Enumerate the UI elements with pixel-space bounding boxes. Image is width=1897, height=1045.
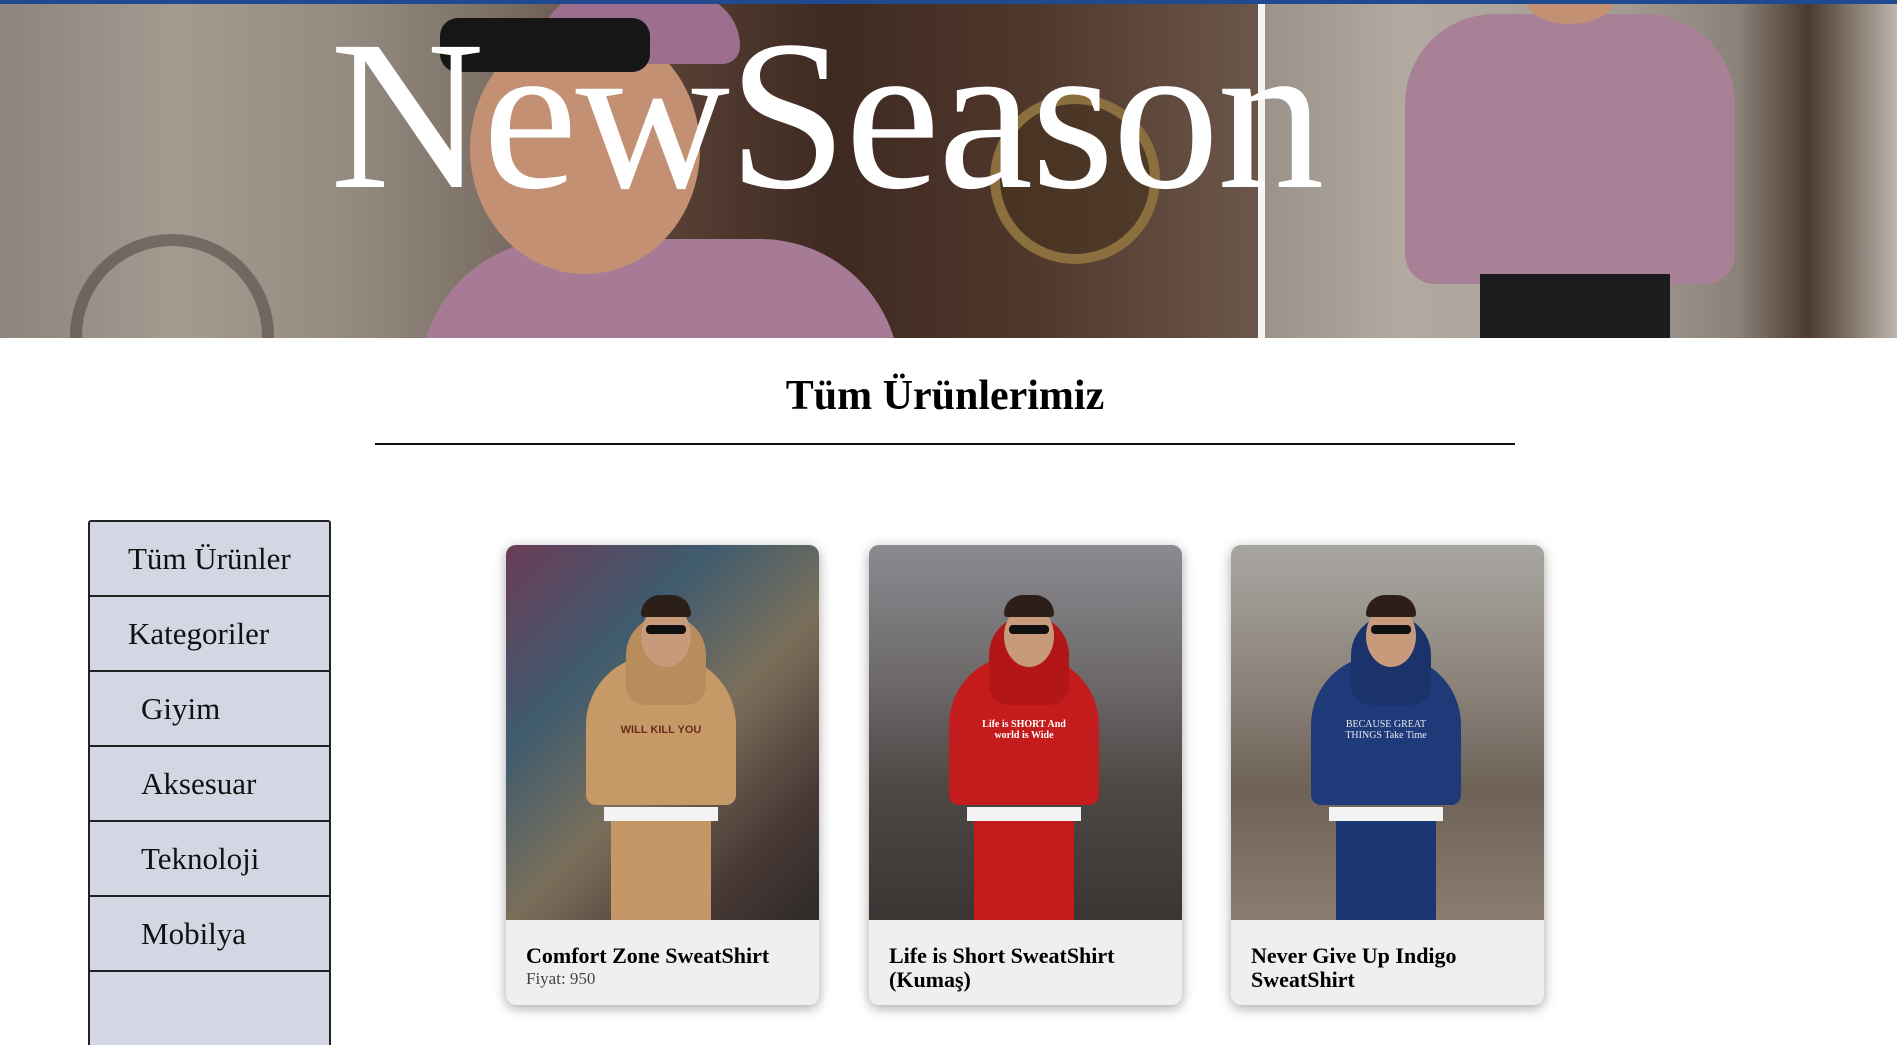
sidebar-item-technology[interactable]: Teknoloji [88,820,331,895]
model-sweatshirt [420,239,900,338]
product-model-pants [1336,821,1436,920]
wall-ornament [70,234,274,338]
product-model-undershirt [604,807,718,821]
product-model-hair [1366,595,1416,617]
product-card[interactable]: WILL KILL YOU Comfort Zone SweatShirt Fi… [506,545,819,1005]
product-print-text: Life is SHORT And world is Wide [982,719,1066,741]
product-print-graphic: WILL KILL YOU [611,715,711,745]
product-model-hair [1004,595,1054,617]
product-model-hair [641,595,691,617]
sidebar-item-more[interactable] [88,970,331,1045]
product-model-undershirt [967,807,1081,821]
product-name[interactable]: Life is Short SweatShirt (Kumaş) [889,944,1162,992]
sidebar-item-accessories[interactable]: Aksesuar [88,745,331,820]
hero-title: NewSeason [330,4,1324,234]
product-info: Life is Short SweatShirt (Kumaş) [869,920,1182,992]
sidebar-item-clothing[interactable]: Giyim [88,670,331,745]
product-name[interactable]: Never Give Up Indigo SweatShirt [1251,944,1524,992]
sidebar-item-furniture[interactable]: Mobilya [88,895,331,970]
category-sidebar: Tüm Ürünler Kategoriler Giyim Aksesuar T… [88,520,331,1045]
product-print-graphic: BECAUSE GREAT THINGS Take Time [1336,715,1436,745]
product-info: Comfort Zone SweatShirt Fiyat: 950 [506,920,819,988]
product-print-text: BECAUSE GREAT THINGS Take Time [1345,719,1427,741]
product-model-sunglasses [1371,625,1411,634]
product-image[interactable]: Life is SHORT And world is Wide [869,545,1182,920]
product-model-undershirt [1329,807,1443,821]
product-image[interactable]: WILL KILL YOU [506,545,819,920]
product-print-text: WILL KILL YOU [620,724,702,736]
title-underline [375,443,1515,445]
product-model-sunglasses [1009,625,1049,634]
product-print-graphic: Life is SHORT And world is Wide [974,715,1074,745]
page-title: Tüm Ürünlerimiz [785,373,1105,419]
model-pants [1480,274,1670,338]
sidebar-item-all-products[interactable]: Tüm Ürünler [88,520,331,595]
product-name[interactable]: Comfort Zone SweatShirt [526,944,799,968]
hero-banner: NewSeason [0,4,1897,338]
product-info: Never Give Up Indigo SweatShirt [1231,920,1544,992]
product-price: Fiyat: 950 [526,969,596,988]
product-model-pants [974,821,1074,920]
product-card[interactable]: Life is SHORT And world is Wide Life is … [869,545,1182,1005]
product-card[interactable]: BECAUSE GREAT THINGS Take Time Never Giv… [1231,545,1544,1005]
product-image[interactable]: BECAUSE GREAT THINGS Take Time [1231,545,1544,920]
product-model-pants [611,821,711,920]
product-model-sunglasses [646,625,686,634]
sidebar-item-categories[interactable]: Kategoriler [88,595,331,670]
